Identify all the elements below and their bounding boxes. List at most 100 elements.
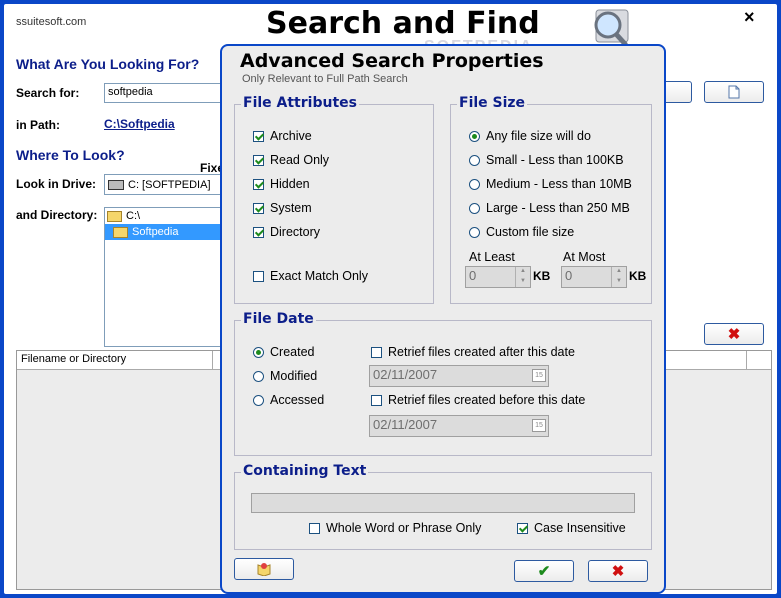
containing-text-input[interactable] [251,493,635,513]
attr-label: Read Only [270,153,330,167]
checkbox[interactable] [253,226,264,238]
attr-label: System [270,201,312,215]
before-date-option[interactable]: Retrief files created before this date [371,393,585,407]
after-date-picker[interactable]: 02/11/2007 15 [369,365,549,387]
radio[interactable] [469,226,480,238]
radio[interactable] [469,154,480,166]
at-most-spinner[interactable]: ▲ ▼ [611,267,626,287]
attr-label: Hidden [270,177,310,191]
attr-read-only[interactable]: Read Only [253,153,329,167]
checkbox[interactable] [371,394,382,406]
spin-up-icon[interactable]: ▲ [612,267,626,277]
checkbox[interactable] [253,154,264,166]
search-input[interactable]: softpedia [104,83,224,103]
checkbox[interactable] [253,130,264,142]
clear-button[interactable]: ✖ [704,323,764,345]
radio[interactable] [469,130,480,142]
radio[interactable] [469,202,480,214]
size-label: Any file size will do [486,129,591,143]
attr-label: Directory [270,225,321,239]
radio[interactable] [253,394,264,406]
red-x-icon: ✖ [727,326,741,343]
look-in-drive-label: Look in Drive: [16,177,97,191]
ok-button[interactable]: ✔ [514,560,574,582]
size-custom-option[interactable]: Custom file size [469,225,574,239]
dir-item-label: Softpedia [132,226,179,238]
red-x-icon: ✖ [611,563,625,580]
cancel-button[interactable]: ✖ [588,560,648,582]
date-label: Modified [270,369,318,383]
dialog-title: Advanced Search Properties [240,50,544,72]
attr-directory[interactable]: Directory [253,225,320,239]
calendar-icon[interactable]: 15 [532,419,546,432]
where-heading: Where To Look? [16,147,125,163]
containing-text-title: Containing Text [241,463,369,479]
file-date-title: File Date [241,311,316,327]
size-any-option[interactable]: Any file size will do [469,129,591,143]
size-label: Small - Less than 100KB [486,153,624,167]
at-most-value: 0 [565,268,573,283]
path-link[interactable]: C:\Softpedia [104,117,175,131]
before-date-value: 02/11/2007 [373,417,438,432]
close-icon[interactable]: × [744,7,755,28]
and-directory-label: and Directory: [16,208,98,222]
magnifier-logo-icon [588,8,632,48]
at-least-spinner[interactable]: ▲ ▼ [515,267,530,287]
size-large-option[interactable]: Large - Less than 250 MB [469,201,630,215]
checkbox[interactable] [371,346,382,358]
drive-value: C: [SOFTPEDIA] [128,178,211,191]
case-insensitive-label: Case Insensitive [534,521,626,535]
at-least-unit: KB [533,269,551,283]
dir-item[interactable]: C:\ [105,208,223,224]
at-least-label: At Least [469,250,515,264]
col-filename[interactable]: Filename or Directory [17,351,213,369]
new-document-button[interactable] [704,81,764,103]
exact-match-label: Exact Match Only [270,269,368,283]
before-date-picker[interactable]: 02/11/2007 15 [369,415,549,437]
folder-icon [107,210,122,222]
col-end [746,351,771,369]
file-attributes-title: File Attributes [241,95,359,111]
directory-tree[interactable]: C:\ Softpedia [104,207,224,347]
size-medium-option[interactable]: Medium - Less than 10MB [469,177,632,191]
attr-system[interactable]: System [253,201,312,215]
checkbox[interactable] [253,270,264,282]
radio[interactable] [253,370,264,382]
spin-down-icon[interactable]: ▼ [612,277,626,287]
checkbox[interactable] [253,202,264,214]
attr-archive[interactable]: Archive [253,129,312,143]
calendar-icon[interactable]: 15 [532,369,546,382]
date-modified-option[interactable]: Modified [253,369,317,383]
size-small-option[interactable]: Small - Less than 100KB [469,153,624,167]
spin-up-icon[interactable]: ▲ [516,267,530,277]
at-most-input[interactable]: 0 ▲ ▼ [561,266,627,288]
drive-icon [108,179,124,190]
whole-word-option[interactable]: Whole Word or Phrase Only [309,521,481,535]
dir-item-selected[interactable]: Softpedia [105,224,223,240]
exact-match-option[interactable]: Exact Match Only [253,269,368,283]
date-created-option[interactable]: Created [253,345,314,359]
checkbox[interactable] [309,522,320,534]
radio[interactable] [253,346,264,358]
date-accessed-option[interactable]: Accessed [253,393,324,407]
spin-down-icon[interactable]: ▼ [516,277,530,287]
checkbox[interactable] [517,522,528,534]
at-most-label: At Most [563,250,606,264]
drive-select[interactable]: C: [SOFTPEDIA] [104,174,224,195]
after-date-option[interactable]: Retrief files created after this date [371,345,575,359]
checkmark-icon: ✔ [537,563,551,580]
brand-label: ssuitesoft.com [16,16,87,28]
help-book-icon [257,563,271,576]
attr-label: Archive [270,129,312,143]
case-insensitive-option[interactable]: Case Insensitive [517,521,626,535]
radio[interactable] [469,178,480,190]
at-least-input[interactable]: 0 ▲ ▼ [465,266,531,288]
dialog-subtitle: Only Relevant to Full Path Search [242,73,408,85]
whole-word-label: Whole Word or Phrase Only [326,521,482,535]
checkbox[interactable] [253,178,264,190]
attr-hidden[interactable]: Hidden [253,177,310,191]
advanced-search-dialog: Advanced Search Properties Only Relevant… [220,44,666,594]
help-button[interactable] [234,558,294,580]
file-size-group: File Size Any file size will do Small - … [450,95,652,304]
app-title: Search and Find [266,6,540,41]
